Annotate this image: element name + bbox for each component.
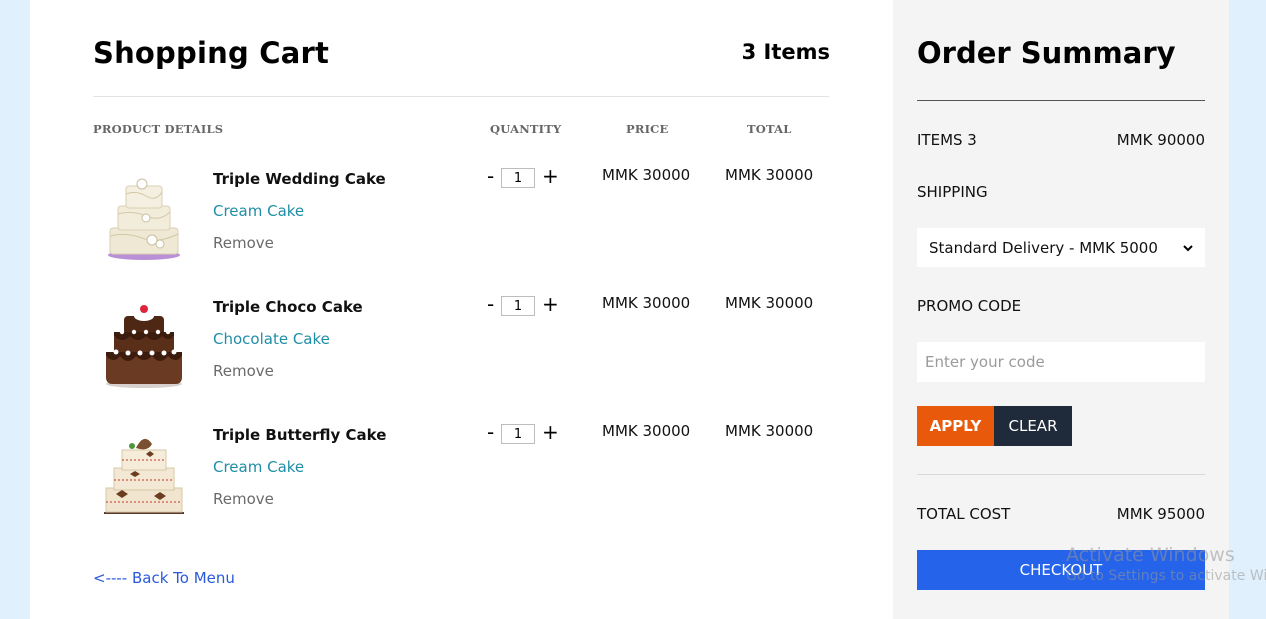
total-cost-value: MMK 95000 (1116, 505, 1205, 523)
butterfly-cake-image (104, 438, 184, 514)
quantity-decrease-button[interactable]: - (487, 164, 494, 188)
shipping-label: SHIPPING (917, 183, 988, 201)
apply-button[interactable]: APPLY (917, 406, 994, 446)
summary-divider (917, 100, 1205, 101)
cart-panel: Shopping Cart 3 Items PRODUCT DETAILS QU… (30, 0, 893, 619)
product-name: Triple Choco Cake (213, 298, 363, 316)
item-price: MMK 30000 (602, 422, 691, 440)
remove-button[interactable]: Remove (213, 362, 274, 380)
clear-button[interactable]: CLEAR (994, 406, 1072, 446)
back-to-menu-link[interactable]: <---- Back To Menu (93, 569, 235, 587)
item-total: MMK 30000 (725, 422, 814, 440)
column-header-product: PRODUCT DETAILS (93, 122, 224, 136)
cart-row: Triple Wedding Cake Cream Cake Remove - … (30, 160, 893, 288)
shipping-select[interactable]: Standard Delivery - MMK 5000 (917, 228, 1205, 267)
item-price: MMK 30000 (602, 166, 691, 184)
quantity-decrease-button[interactable]: - (487, 420, 494, 444)
product-category: Cream Cake (213, 202, 305, 220)
cart-row: Triple Butterfly Cake Cream Cake Remove … (30, 416, 893, 544)
remove-button[interactable]: Remove (213, 490, 274, 508)
wedding-cake-image (108, 178, 180, 260)
column-header-price: PRICE (626, 122, 669, 136)
quantity-input[interactable] (501, 168, 535, 188)
promo-code-input[interactable] (917, 342, 1205, 382)
quantity-increase-button[interactable]: + (542, 420, 559, 444)
cart-divider (93, 96, 829, 97)
chocolate-cake-image (106, 305, 182, 388)
total-cost-label: TOTAL COST (917, 505, 1011, 523)
chevron-down-icon (1183, 244, 1193, 251)
product-name: Triple Wedding Cake (213, 170, 386, 188)
quantity-decrease-button[interactable]: - (487, 292, 494, 316)
quantity-input[interactable] (501, 424, 535, 444)
cart-item-count: 3 Items (741, 40, 830, 64)
order-summary-title: Order Summary (917, 36, 1176, 70)
remove-button[interactable]: Remove (213, 234, 274, 252)
items-subtotal: MMK 90000 (1116, 131, 1205, 149)
summary-divider (917, 474, 1205, 475)
item-total: MMK 30000 (725, 294, 814, 312)
promo-code-label: PROMO CODE (917, 297, 1022, 315)
order-summary-panel: Order Summary ITEMS 3 MMK 90000 SHIPPING… (893, 0, 1229, 619)
item-price: MMK 30000 (602, 294, 691, 312)
quantity-input[interactable] (501, 296, 535, 316)
column-header-quantity: QUANTITY (490, 122, 562, 136)
quantity-increase-button[interactable]: + (542, 164, 559, 188)
checkout-button[interactable]: CHECKOUT (917, 550, 1205, 590)
cart-title: Shopping Cart (93, 36, 330, 70)
items-label: ITEMS 3 (917, 131, 977, 149)
column-header-total: TOTAL (747, 122, 792, 136)
item-total: MMK 30000 (725, 166, 814, 184)
quantity-increase-button[interactable]: + (542, 292, 559, 316)
shipping-selected-value: Standard Delivery - MMK 5000 (929, 238, 1158, 257)
product-category: Cream Cake (213, 458, 305, 476)
cart-row: Triple Choco Cake Chocolate Cake Remove … (30, 288, 893, 416)
product-name: Triple Butterfly Cake (213, 426, 387, 444)
product-category: Chocolate Cake (213, 330, 330, 348)
